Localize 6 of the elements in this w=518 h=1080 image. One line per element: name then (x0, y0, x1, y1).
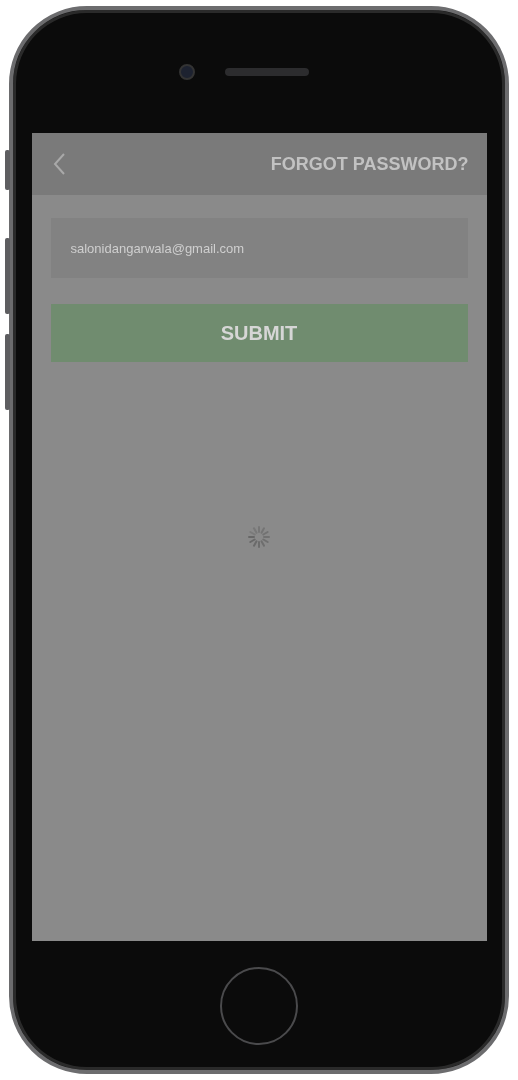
email-field[interactable]: salonidangarwala@gmail.com (50, 218, 468, 278)
submit-button[interactable]: SUBMIT (50, 304, 468, 362)
page-title: FORGOT PASSWORD? (270, 153, 469, 175)
back-icon[interactable] (51, 152, 66, 176)
camera-icon (179, 63, 195, 80)
home-button[interactable] (220, 966, 298, 1045)
